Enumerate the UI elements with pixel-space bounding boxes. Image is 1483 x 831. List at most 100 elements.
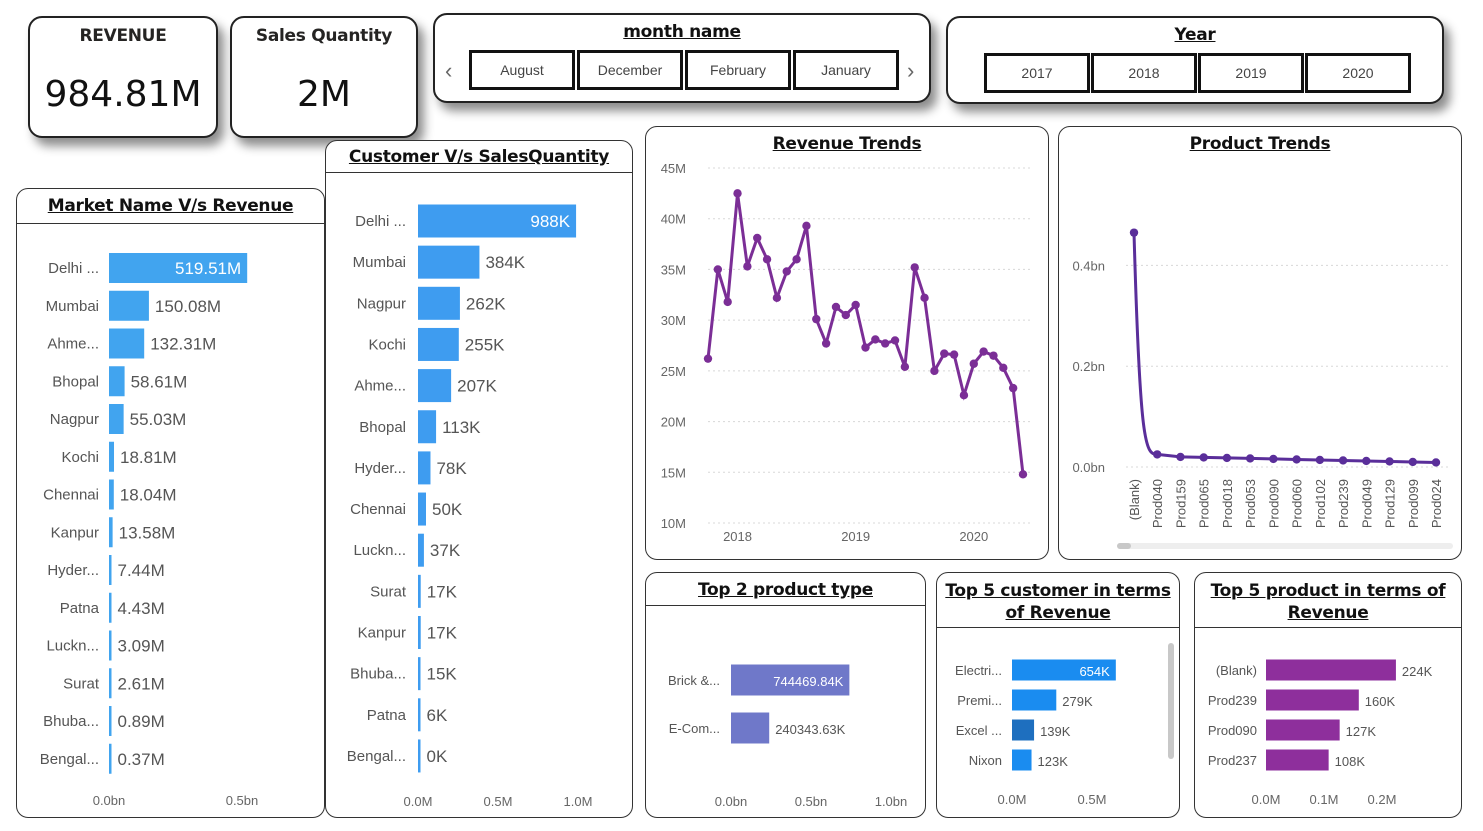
- bar: [109, 668, 112, 699]
- year-option-2017[interactable]: 2017: [984, 53, 1090, 93]
- data-label: 13.58M: [119, 523, 176, 542]
- bar: [1266, 689, 1359, 711]
- x-tick-label: Prod099: [1406, 479, 1421, 528]
- bar: [109, 290, 149, 321]
- x-tick-label: Prod018: [1220, 479, 1235, 528]
- x-tick-label: Prod239: [1336, 479, 1351, 528]
- customer-quantity-chart: Delhi ... 988K Mumbai 384K Nagpur 262K Kochi 25…: [347, 204, 593, 809]
- data-point: [910, 263, 919, 272]
- year-option-2019[interactable]: 2019: [1198, 53, 1304, 93]
- data-point: [920, 293, 929, 303]
- y-tick-label: 35M: [661, 262, 686, 277]
- data-point: [812, 314, 821, 324]
- data-point: [753, 233, 762, 243]
- x-tick-label: Prod102: [1313, 479, 1328, 528]
- sales-quantity-kpi-title: Sales Quantity: [255, 26, 393, 46]
- category-label: Prod237: [1208, 753, 1257, 768]
- x-tick-label: 0.0M: [1252, 792, 1281, 807]
- x-tick-label: Prod129: [1383, 479, 1398, 528]
- category-label: Kanpur: [358, 625, 406, 642]
- scrollbar-thumb[interactable]: [1117, 543, 1131, 549]
- bar: [1012, 719, 1035, 741]
- month-option-august[interactable]: August: [469, 50, 575, 90]
- category-label: Prod090: [1208, 723, 1257, 738]
- year-option-2018[interactable]: 2018: [1091, 53, 1197, 93]
- bar: [418, 698, 421, 732]
- data-label: 262K: [466, 294, 506, 313]
- data-label: 15K: [427, 665, 458, 684]
- data-point: [723, 297, 732, 307]
- category-label: Mumbai: [353, 254, 406, 271]
- category-label: Bengal...: [347, 748, 406, 765]
- category-label: Electri...: [955, 663, 1002, 678]
- month-option-december[interactable]: December: [577, 50, 683, 90]
- chevron-left-icon[interactable]: ‹: [445, 58, 452, 84]
- data-label: 0.89M: [118, 712, 165, 731]
- vertical-scrollbar[interactable]: [1168, 643, 1174, 759]
- category-label: Hyder...: [47, 562, 99, 579]
- x-tick-label: 0.5bn: [226, 793, 259, 808]
- bar: [418, 369, 452, 403]
- bar: [109, 328, 145, 359]
- data-label: 224K: [1402, 664, 1433, 679]
- bar: [418, 657, 421, 691]
- month-slicer-title: month name: [623, 22, 741, 42]
- product-trends-chart: 0.0bn 0.2bn 0.4bn (Blank) Prod040 Prod159 Prod…: [1072, 228, 1451, 528]
- x-tick-label: 0.5M: [484, 794, 513, 809]
- horizontal-scrollbar[interactable]: [1117, 543, 1453, 549]
- chevron-right-icon[interactable]: ›: [907, 58, 914, 84]
- bar: [418, 245, 480, 279]
- data-point: [989, 351, 998, 360]
- data-point: [743, 262, 752, 271]
- x-tick-label: 1.0bn: [875, 794, 908, 809]
- category-label: Chennai: [350, 501, 406, 518]
- data-point: [1292, 455, 1301, 464]
- data-label: 132.31M: [150, 335, 216, 354]
- x-tick-label: Prod053: [1243, 479, 1258, 528]
- data-label: 123K: [1038, 754, 1069, 769]
- data-label: 55.03M: [130, 410, 187, 429]
- data-point: [1408, 457, 1417, 467]
- data-label: 255K: [465, 335, 505, 354]
- product-trends-title: Product Trends: [1189, 134, 1331, 154]
- year-slicer: Year 2017 2018 2019 2020: [946, 16, 1444, 104]
- category-label: Bengal...: [40, 751, 99, 768]
- data-label: 37K: [430, 541, 461, 560]
- x-tick-label: 1.0M: [564, 794, 593, 809]
- data-label: 150.08M: [155, 297, 221, 316]
- x-tick-label: 2020: [959, 529, 988, 544]
- category-label: Kochi: [368, 336, 406, 353]
- revenue-trends-panel: Revenue Trends 10M 15M 20M 25M 30M 35M 40M 45M 2…: [645, 126, 1049, 560]
- data-point: [762, 255, 772, 264]
- data-label: 18.81M: [120, 448, 177, 467]
- bar: [109, 366, 125, 397]
- data-point: [940, 349, 949, 358]
- category-label: E-Com...: [669, 721, 720, 736]
- month-option-february[interactable]: February: [685, 50, 791, 90]
- data-point: [703, 354, 713, 363]
- top2-product-type-title: Top 2 product type: [698, 580, 873, 600]
- category-label: Bhopal: [52, 373, 99, 390]
- data-point: [1199, 453, 1208, 462]
- data-point: [831, 302, 841, 312]
- data-label: 279K: [1062, 694, 1093, 709]
- product-series-line: [1132, 232, 1437, 464]
- data-point: [861, 343, 870, 352]
- data-label: 18.04M: [120, 486, 177, 505]
- category-label: (Blank): [1216, 663, 1257, 678]
- data-point: [1129, 228, 1139, 237]
- month-option-january[interactable]: January: [793, 50, 899, 90]
- y-tick-label: 15M: [661, 465, 686, 480]
- year-option-2020[interactable]: 2020: [1305, 53, 1411, 93]
- bar: [1012, 749, 1032, 771]
- data-point: [1018, 470, 1028, 479]
- category-label: Nagpur: [50, 411, 99, 428]
- category-label: Nagpur: [357, 295, 406, 312]
- data-point: [782, 267, 791, 276]
- data-point: [890, 336, 900, 345]
- x-tick-label: Prod060: [1290, 479, 1305, 528]
- data-point: [1269, 454, 1278, 464]
- data-label: 240343.63K: [775, 722, 845, 737]
- category-label: Mumbai: [46, 298, 99, 315]
- category-label: Kanpur: [51, 524, 99, 541]
